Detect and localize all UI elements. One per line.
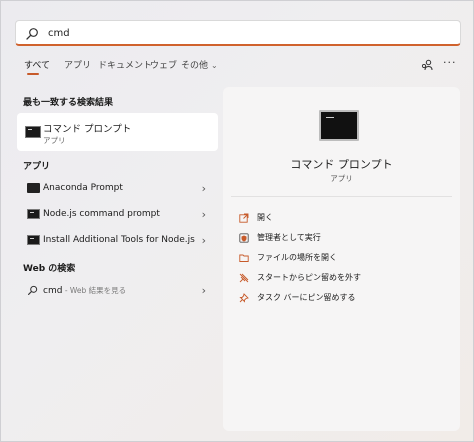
search-icon	[26, 28, 38, 40]
tab-all[interactable]: すべて	[24, 58, 50, 71]
action-label: スタートからピン留めを外す	[257, 273, 361, 282]
list-item-label: Install Additional Tools for Node.js	[43, 235, 195, 245]
detail-subtitle: アプリ	[330, 174, 353, 183]
chevron-right-icon[interactable]: ›	[202, 234, 206, 247]
action-label: 管理者として実行	[257, 233, 321, 242]
chevron-right-icon[interactable]: ›	[202, 182, 206, 195]
chevron-right-icon[interactable]: ›	[202, 284, 206, 297]
list-item-anaconda-prompt[interactable]: Anaconda Prompt ›	[17, 178, 218, 200]
open-external-icon	[239, 213, 249, 223]
action-label: ファイルの場所を開く	[257, 253, 337, 262]
unpin-icon	[239, 273, 249, 283]
search-box[interactable]	[15, 20, 461, 46]
best-match-heading: 最も一致する検索結果	[23, 98, 114, 108]
action-label: 開く	[257, 213, 273, 222]
divider	[231, 196, 452, 197]
list-item-label: Anaconda Prompt	[43, 183, 123, 193]
best-match-title: コマンド プロンプト	[43, 124, 132, 135]
account-switch-icon[interactable]	[421, 59, 433, 71]
search-icon	[28, 285, 38, 295]
web-search-suffix: - Web 結果を見る	[62, 286, 127, 295]
web-search-label: cmd - Web 結果を見る	[43, 285, 126, 296]
pin-icon	[239, 293, 249, 303]
tab-more-label: その他	[181, 61, 209, 71]
tab-web[interactable]: ウェブ	[150, 58, 177, 71]
detail-panel: コマンド プロンプト アプリ 開く 管理者として実行 ファイルの場所を開く スタ…	[223, 87, 460, 431]
web-search-heading: Web の検索	[23, 264, 76, 274]
command-prompt-icon	[25, 126, 41, 138]
command-prompt-icon	[27, 209, 40, 219]
chevron-right-icon[interactable]: ›	[202, 208, 206, 221]
folder-icon	[239, 254, 249, 262]
web-search-query: cmd	[43, 286, 63, 296]
tab-documents[interactable]: ドキュメント	[98, 58, 152, 71]
tab-more[interactable]: その他 ⌄	[181, 58, 218, 71]
anaconda-prompt-icon	[27, 183, 40, 193]
list-item-install-tools-nodejs[interactable]: Install Additional Tools for Node.js ›	[17, 230, 218, 252]
command-prompt-icon	[27, 235, 40, 245]
best-match-item[interactable]: コマンド プロンプト アプリ	[17, 113, 218, 151]
admin-shield-icon	[239, 233, 249, 243]
chevron-down-icon: ⌄	[211, 61, 218, 70]
best-match-subtitle: アプリ	[43, 136, 66, 145]
detail-title: コマンド プロンプト	[290, 158, 393, 171]
tab-active-indicator	[27, 73, 39, 75]
search-input[interactable]	[48, 25, 428, 41]
action-label: タスク バーにピン留めする	[257, 293, 356, 302]
command-prompt-large-icon	[319, 110, 359, 141]
list-item-nodejs-command-prompt[interactable]: Node.js command prompt ›	[17, 204, 218, 226]
web-search-result[interactable]: cmd - Web 結果を見る ›	[17, 280, 218, 302]
tab-apps[interactable]: アプリ	[64, 58, 91, 71]
list-item-label: Node.js command prompt	[43, 209, 160, 219]
start-search-panel: すべて アプリ ドキュメント ウェブ その他⌄ ··· 最も一致する検索結果 コ…	[0, 0, 474, 442]
more-options-icon[interactable]: ···	[443, 56, 457, 69]
apps-heading: アプリ	[23, 162, 51, 172]
